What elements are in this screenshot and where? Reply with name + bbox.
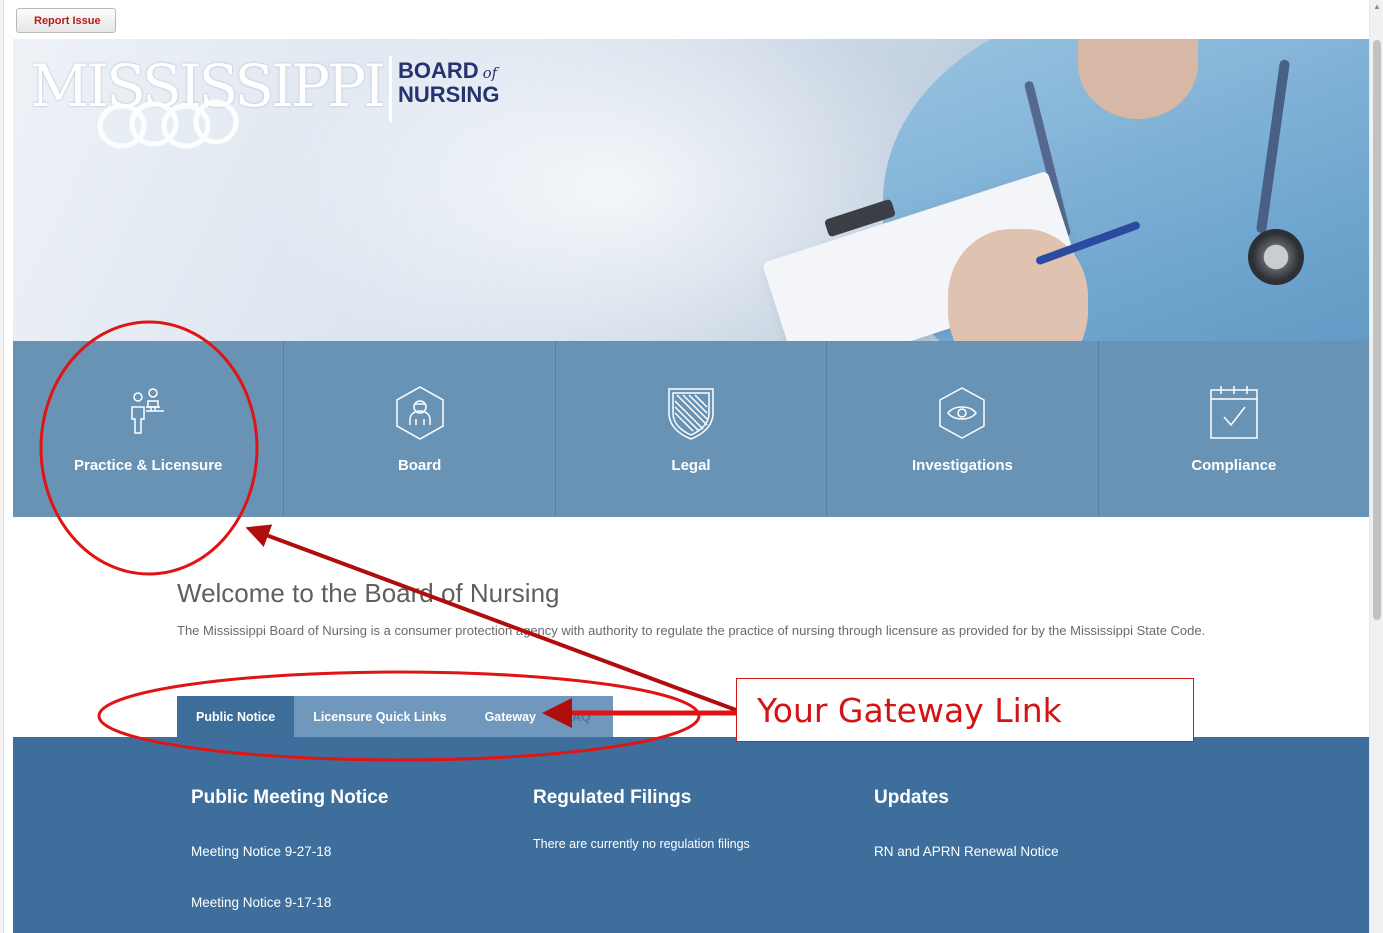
nav-tile-label: Investigations bbox=[911, 457, 1013, 474]
report-issue-button[interactable]: Report Issue bbox=[16, 8, 116, 33]
nav-tile-board[interactable]: Board bbox=[284, 341, 556, 517]
content-tabs: Public Notice Licensure Quick Links Gate… bbox=[177, 696, 613, 737]
welcome-description: The Mississippi Board of Nursing is a co… bbox=[177, 623, 1206, 638]
browser-left-edge bbox=[0, 0, 4, 933]
shield-icon bbox=[668, 388, 714, 440]
regulated-filings-text: There are currently no regulation filing… bbox=[533, 837, 750, 851]
scrollbar-thumb[interactable] bbox=[1373, 40, 1381, 620]
page-scrollbar[interactable]: ▲ bbox=[1369, 0, 1383, 933]
updates-column: Updates RN and APRN Renewal Notice bbox=[874, 787, 1059, 859]
tab-faq[interactable]: FAQ bbox=[555, 696, 613, 737]
hexagon-person-icon bbox=[395, 386, 444, 440]
nav-tile-compliance[interactable]: Compliance bbox=[1099, 341, 1369, 517]
logo-divider bbox=[388, 56, 392, 122]
nav-tile-label: Practice & Licensure bbox=[74, 457, 223, 474]
regulated-filings-column: Regulated Filings There are currently no… bbox=[533, 787, 750, 851]
logo-of-text: of bbox=[482, 64, 498, 82]
main-nav-tiles: Practice & Licensure Board Legal Investi… bbox=[13, 341, 1369, 517]
column-heading: Regulated Filings bbox=[533, 787, 692, 808]
meeting-notice-link[interactable]: Meeting Notice 9-27-18 bbox=[191, 844, 331, 859]
logo-board-of-nursing: BOARD of NURSING bbox=[398, 60, 499, 106]
eye-icon bbox=[939, 387, 986, 439]
nav-tile-label: Legal bbox=[671, 457, 711, 474]
tab-gateway[interactable]: Gateway bbox=[465, 696, 555, 737]
public-notice-panel: Public Meeting Notice Meeting Notice 9-2… bbox=[13, 737, 1369, 933]
public-meeting-notice-column: Public Meeting Notice Meeting Notice 9-2… bbox=[191, 787, 389, 910]
meeting-notice-link[interactable]: Meeting Notice 9-17-18 bbox=[191, 895, 331, 910]
tab-licensure-quick-links[interactable]: Licensure Quick Links bbox=[294, 696, 466, 737]
logo-nursing-text: NURSING bbox=[397, 82, 500, 107]
update-link[interactable]: RN and APRN Renewal Notice bbox=[874, 844, 1059, 859]
logo-rings-icon bbox=[97, 99, 239, 149]
people-podium-icon bbox=[131, 388, 165, 434]
site-logo[interactable]: MISSISSIPPI BOARD of NURSING bbox=[30, 54, 499, 149]
logo-board-text: BOARD bbox=[397, 58, 479, 83]
nav-tile-investigations[interactable]: Investigations bbox=[827, 341, 1099, 517]
column-heading: Updates bbox=[874, 787, 949, 808]
scroll-up-icon[interactable]: ▲ bbox=[1370, 0, 1383, 14]
nav-tile-legal[interactable]: Legal bbox=[556, 341, 828, 517]
nav-tile-label: Board bbox=[397, 457, 442, 474]
annotation-callout: Your Gateway Link bbox=[736, 678, 1194, 742]
calendar-check-icon bbox=[1210, 386, 1258, 439]
stethoscope-icon bbox=[1248, 229, 1304, 285]
welcome-title: Welcome to the Board of Nursing bbox=[177, 578, 560, 608]
tab-public-notice[interactable]: Public Notice bbox=[177, 696, 295, 737]
nav-tile-label: Compliance bbox=[1191, 457, 1277, 474]
nav-tile-practice-licensure[interactable]: Practice & Licensure bbox=[13, 341, 285, 517]
column-heading: Public Meeting Notice bbox=[191, 787, 389, 808]
